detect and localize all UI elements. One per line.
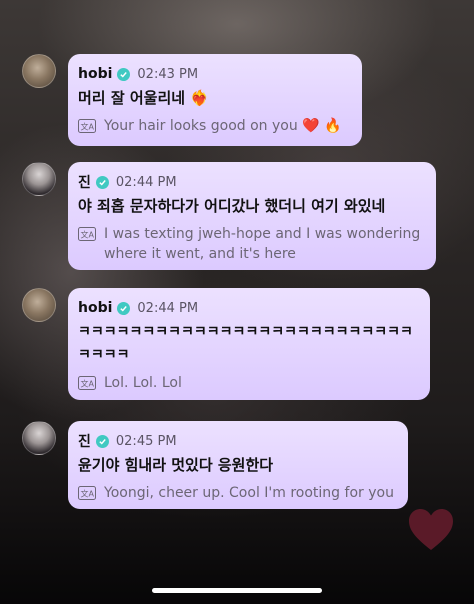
translation-row: 文A Lol. Lol. Lol xyxy=(78,373,418,393)
message-bubble[interactable]: 진 02:45 PM 윤기야 힘내라 멋있다 응원한다 文A Yoongi, c… xyxy=(68,421,408,509)
translate-icon: 文A xyxy=(78,486,96,503)
verified-badge-icon xyxy=(117,301,131,315)
avatar[interactable] xyxy=(22,421,56,455)
message-text: 윤기야 힘내라 멋있다 응원한다 xyxy=(78,456,274,474)
username[interactable]: hobi xyxy=(78,66,112,82)
message-text: 머리 잘 어울리네 ❤️‍🔥 xyxy=(78,89,209,107)
timestamp: 02:44 PM xyxy=(137,300,199,316)
translate-icon: 文A xyxy=(78,376,96,393)
timestamp: 02:44 PM xyxy=(115,174,177,190)
verified-badge-icon xyxy=(95,434,109,448)
avatar[interactable] xyxy=(22,162,56,196)
heart-icon xyxy=(407,508,455,552)
chat-message: 진 02:44 PM 야 죄홉 문자하다가 어디갔나 했더니 여기 와있네 文A… xyxy=(22,162,442,270)
translate-icon: 文A xyxy=(78,227,96,264)
timestamp: 02:45 PM xyxy=(115,433,177,449)
translation-text: Lol. Lol. Lol xyxy=(104,375,182,391)
chat-message: 진 02:45 PM 윤기야 힘내라 멋있다 응원한다 文A Yoongi, c… xyxy=(22,421,412,509)
verified-badge-icon xyxy=(95,175,109,189)
home-indicator[interactable] xyxy=(152,588,322,593)
svg-text:文A: 文A xyxy=(81,122,95,132)
translation-row: 文A Your hair looks good on you ❤️ 🔥 xyxy=(78,116,350,136)
svg-text:文A: 文A xyxy=(81,379,95,389)
verified-badge-icon xyxy=(117,67,131,81)
message-bubble[interactable]: hobi 02:44 PM ㅋㅋㅋㅋㅋㅋㅋㅋㅋㅋㅋㅋㅋㅋㅋㅋㅋㅋㅋㅋㅋㅋㅋㅋㅋㅋ… xyxy=(68,288,430,400)
avatar[interactable] xyxy=(22,54,56,88)
avatar[interactable] xyxy=(22,288,56,322)
translation-text: Yoongi, cheer up. Cool I'm rooting for y… xyxy=(104,485,394,501)
username[interactable]: 진 xyxy=(78,172,91,192)
chat-message: hobi 02:44 PM ㅋㅋㅋㅋㅋㅋㅋㅋㅋㅋㅋㅋㅋㅋㅋㅋㅋㅋㅋㅋㅋㅋㅋㅋㅋㅋ… xyxy=(22,288,432,400)
timestamp: 02:43 PM xyxy=(137,66,199,82)
translation-row: 文A Yoongi, cheer up. Cool I'm rooting fo… xyxy=(78,483,396,503)
message-bubble[interactable]: 진 02:44 PM 야 죄홉 문자하다가 어디갔나 했더니 여기 와있네 文A… xyxy=(68,162,436,270)
username[interactable]: 진 xyxy=(78,431,91,451)
translate-icon: 文A xyxy=(78,119,96,136)
message-text: 야 죄홉 문자하다가 어디갔나 했더니 여기 와있네 xyxy=(78,197,386,215)
message-text: ㅋㅋㅋㅋㅋㅋㅋㅋㅋㅋㅋㅋㅋㅋㅋㅋㅋㅋㅋㅋㅋㅋㅋㅋㅋㅋㅋㅋㅋㅋ xyxy=(78,324,413,363)
translation-row: 文A I was texting jweh-hope and I was won… xyxy=(78,224,424,264)
svg-text:文A: 文A xyxy=(81,489,95,499)
translation-text: I was texting jweh-hope and I was wonder… xyxy=(104,226,421,262)
translation-text: Your hair looks good on you ❤️ 🔥 xyxy=(104,118,342,134)
username[interactable]: hobi xyxy=(78,300,112,316)
svg-text:文A: 文A xyxy=(81,230,95,240)
message-bubble[interactable]: hobi 02:43 PM 머리 잘 어울리네 ❤️‍🔥 文A Your hai… xyxy=(68,54,362,146)
chat-message: hobi 02:43 PM 머리 잘 어울리네 ❤️‍🔥 文A Your hai… xyxy=(22,54,362,146)
